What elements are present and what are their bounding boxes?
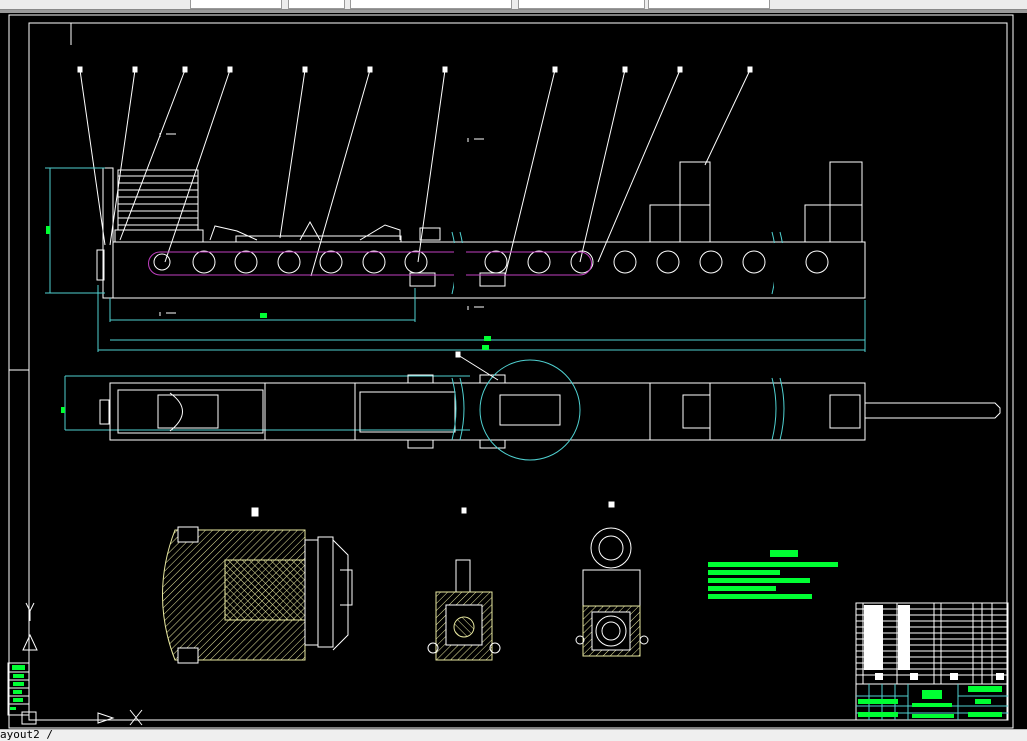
lineweight-dropdown[interactable] [648,0,770,9]
toolbar-dropdown[interactable] [190,0,282,9]
toolbar [0,0,1027,10]
toolbar-dropdown[interactable] [288,0,345,9]
layout-tab[interactable]: ayout2 / [0,728,53,741]
layout-tab-bar: ayout2 / [0,728,1027,741]
drawing-canvas[interactable] [0,13,1027,729]
linetype-dropdown[interactable] [518,0,645,9]
layer-dropdown[interactable] [350,0,512,9]
